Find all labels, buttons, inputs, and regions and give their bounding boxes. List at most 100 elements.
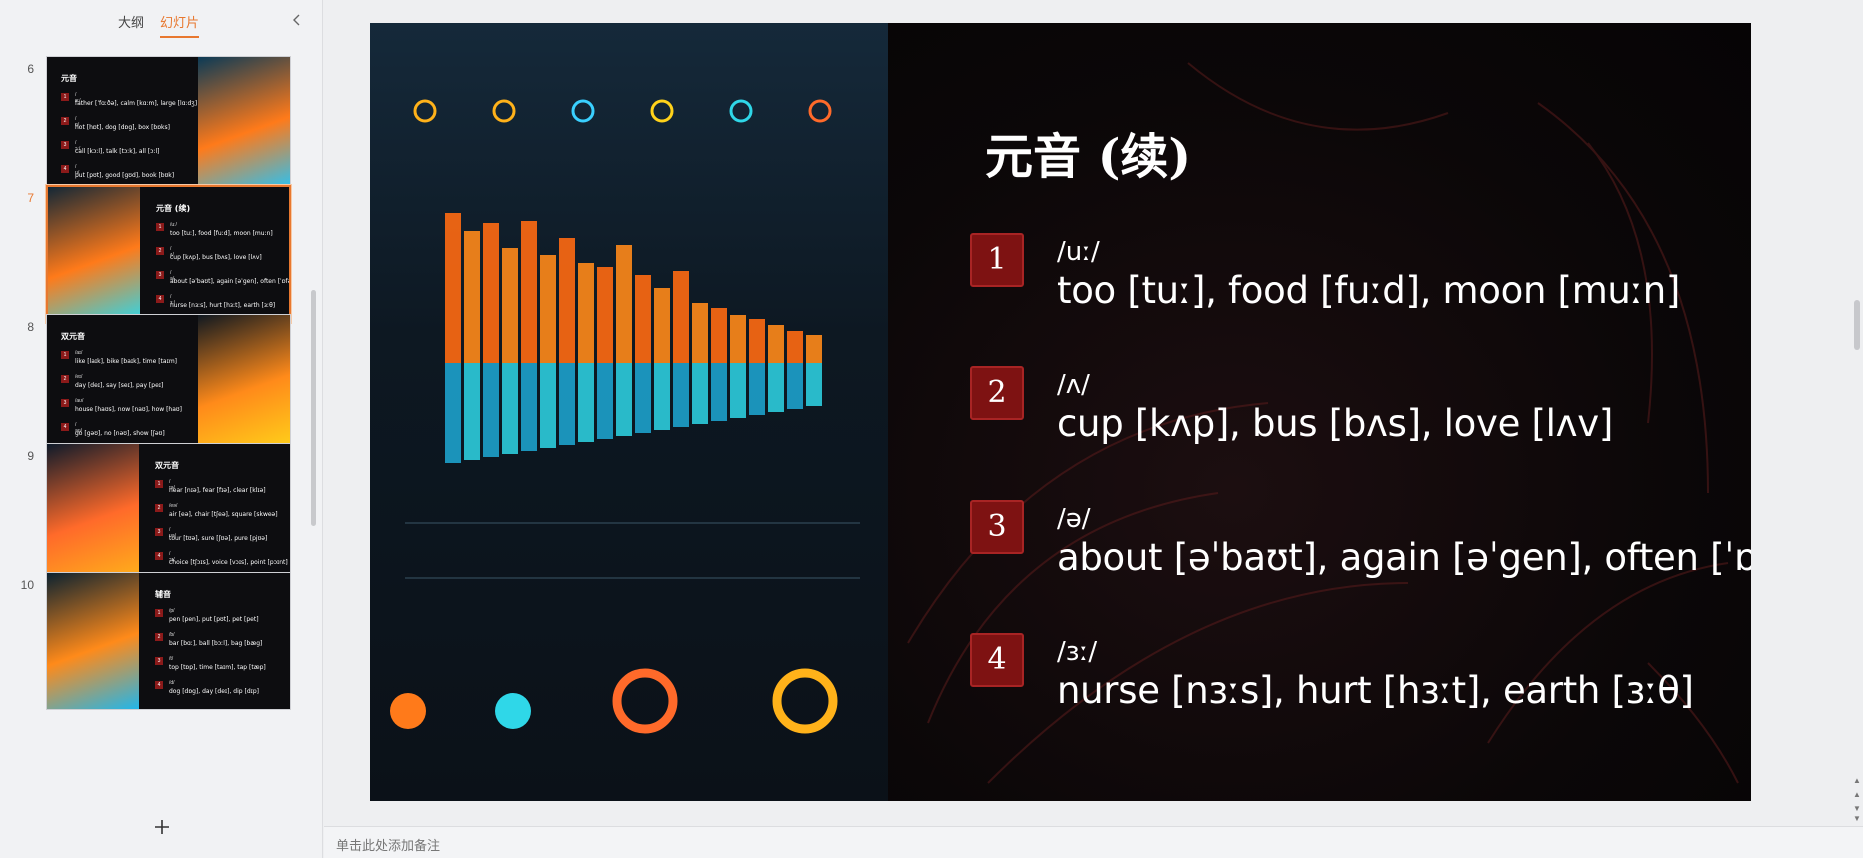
thumbnail-row: 7 元音 (续) 1/uː/too [tuː], food [fuːd], moon… — [0, 185, 310, 325]
thumbnail-number: 7 — [27, 191, 34, 205]
item-number-badge: 3 — [970, 500, 1024, 554]
add-slide-icon[interactable] — [153, 818, 171, 836]
thumbnail-item-badge: 4 — [61, 423, 69, 431]
panel-scrollbar[interactable] — [311, 290, 316, 526]
thumbnail-item-examples: hot [hɒt], dog [dɒg], box [bɒks] — [75, 124, 170, 131]
vowel-item-1[interactable]: 1 /uː/ too [tuː], food [fuːd], moon [muː… — [970, 233, 1750, 333]
vowel-item-4[interactable]: 4 /ɜː/ nurse [nɜːs], hurt [hɜːt], earth … — [970, 633, 1750, 733]
thumbnail-item-phoneme: /t/ — [169, 656, 174, 662]
thumbnail-item-badge: 4 — [155, 681, 163, 689]
vowel-item-3[interactable]: 3 /ə/ about [əˈbaʊt], again [əˈgen], oft… — [970, 500, 1751, 600]
deco-ring — [729, 99, 753, 123]
scrollbar-thumb[interactable] — [1854, 300, 1860, 350]
thumbnail-title: 元音 — [61, 74, 77, 83]
deco-bar-top — [521, 221, 537, 363]
deco-bar-top — [578, 263, 594, 363]
deco-bar-top — [464, 231, 480, 363]
thumbnail-item-examples: father [ˈfɑːðə], calm [kɑːm], large [lɑː… — [75, 100, 198, 107]
deco-bar-top — [692, 303, 708, 363]
deco-ring — [492, 99, 516, 123]
item-number-badge: 4 — [970, 633, 1024, 687]
slide-title[interactable]: 元音 (续) — [985, 117, 1191, 187]
canvas-scrollbar[interactable]: ▲ ▲ ▼ ▼ — [1851, 0, 1863, 826]
deco-bar-top — [673, 271, 689, 363]
item-phoneme: /uː/ — [1057, 237, 1100, 267]
scroll-down-icon[interactable]: ▼ — [1853, 814, 1861, 823]
tab-slides[interactable]: 幻灯片 — [160, 12, 200, 38]
thumbnail-item-examples: near [nɪə], fear [fɪə], clear [klɪə] — [169, 487, 266, 494]
item-number-badge: 2 — [970, 366, 1024, 420]
thumbnail-item-badge: 4 — [61, 165, 69, 173]
item-number-badge: 1 — [970, 233, 1024, 287]
item-examples: about [əˈbaʊt], again [əˈgen], often [ˈɒ… — [1057, 536, 1751, 579]
deco-bar-bottom — [464, 363, 480, 460]
thumbnail-item-examples: tour [tʊə], sure [ʃʊə], pure [pjʊə] — [169, 535, 268, 542]
collapse-chevron-icon[interactable] — [290, 13, 304, 27]
scroll-up-icon[interactable]: ▲ — [1853, 776, 1861, 785]
thumbnail-item-badge: 2 — [155, 504, 163, 512]
thumbnail-title: 元音 (续) — [156, 204, 191, 213]
deco-dot — [390, 693, 426, 729]
deco-dot — [495, 693, 531, 729]
deco-bar-bottom — [768, 363, 784, 412]
thumbnail-item-examples: like [laɪk], bike [baɪk], time [taɪm] — [75, 358, 178, 365]
deco-bar-top — [502, 248, 518, 363]
deco-bar-top — [654, 288, 670, 363]
deco-bar-bottom — [749, 363, 765, 415]
deco-ring — [808, 99, 832, 123]
thumbnail-item-phoneme: /uː/ — [170, 222, 177, 228]
deco-bar-top — [749, 319, 765, 363]
thumbnail-item-phoneme: /eɪ/ — [75, 374, 83, 380]
thumbnail-item-badge: 1 — [61, 93, 69, 101]
slide-thumbnail[interactable]: 元音 1/ɑː/father [ˈfɑːðə], calm [kɑːm], lar… — [46, 56, 291, 194]
editor-canvas: 元音 (续) 1 /uː/ too [tuː], food [fuːd], mo… — [324, 0, 1863, 826]
slide-thumbnail[interactable]: 元音 (续) 1/uː/too [tuː], food [fuːd], moon … — [46, 185, 291, 323]
tab-outline[interactable]: 大纲 — [118, 12, 144, 38]
deco-bar-bottom — [806, 363, 822, 406]
deco-bar-bottom — [730, 363, 746, 418]
deco-bar-top — [597, 267, 613, 363]
thumbnail-item-examples: cup [kʌp], bus [bʌs], love [lʌv] — [170, 254, 262, 261]
deco-bar-top — [445, 213, 461, 363]
deco-bar-top — [768, 325, 784, 363]
deco-donut — [772, 668, 838, 734]
deco-bar-bottom — [692, 363, 708, 424]
item-phoneme: /ʌ/ — [1057, 370, 1090, 400]
thumbnail-item-badge: 3 — [155, 528, 163, 536]
item-examples: too [tuː], food [fuːd], moon [muːn] — [1057, 269, 1681, 312]
thumbnail-item-examples: top [tɒp], time [taɪm], tap [tæp] — [169, 664, 266, 671]
thumbnail-number: 10 — [20, 578, 34, 592]
deco-ring — [650, 99, 674, 123]
current-slide[interactable]: 元音 (续) 1 /uː/ too [tuː], food [fuːd], mo… — [370, 23, 1751, 801]
thumbnail-item-examples: day [deɪ], say [seɪ], pay [peɪ] — [75, 382, 164, 389]
slide-thumbnail[interactable]: 辅音 1/p/pen [pen], put [pʊt], pet [pet] 2/b… — [46, 572, 291, 710]
vowel-item-2[interactable]: 2 /ʌ/ cup [kʌp], bus [bʌs], love [lʌv] — [970, 366, 1750, 466]
deco-bar-top — [806, 335, 822, 363]
item-examples: cup [kʌp], bus [bʌs], love [lʌv] — [1057, 402, 1613, 445]
slide-text-area: 元音 (续) 1 /uː/ too [tuː], food [fuːd], mo… — [888, 23, 1751, 801]
thumbnail-item-badge: 2 — [155, 633, 163, 641]
deco-ring — [571, 99, 595, 123]
thumbnail-item-badge: 2 — [156, 247, 164, 255]
slide-thumbnail[interactable]: 双元音 1/aɪ/like [laɪk], bike [baɪk], time [… — [46, 314, 291, 452]
thumbnail-item-examples: call [kɔːl], talk [tɔːk], all [ɔːl] — [75, 148, 160, 155]
deco-bar-bottom — [616, 363, 632, 436]
thumbnail-row: 6 元音 1/ɑː/father [ˈfɑːðə], calm [kɑːm], la… — [0, 56, 310, 196]
thumbnail-item-badge: 1 — [156, 223, 164, 231]
thumbnail-number: 9 — [27, 449, 34, 463]
thumbnail-item-badge: 1 — [61, 351, 69, 359]
thumbnail-item-examples: dog [dɒg], day [deɪ], dip [dɪp] — [169, 688, 260, 695]
scroll-up-icon[interactable]: ▲ — [1853, 790, 1861, 799]
deco-bar-bottom — [654, 363, 670, 430]
deco-bar-bottom — [578, 363, 594, 442]
notes-bar[interactable]: 单击此处添加备注 — [324, 826, 1863, 858]
thumbnail-item-badge: 3 — [155, 657, 163, 665]
thumbnail-title: 辅音 — [155, 590, 171, 599]
deco-bar-top — [540, 255, 556, 363]
deco-bar-bottom — [787, 363, 803, 409]
slide-thumbnail[interactable]: 双元音 1/ɪə/near [nɪə], fear [fɪə], clear [k… — [46, 443, 291, 581]
deco-ring — [413, 99, 437, 123]
notes-placeholder[interactable]: 单击此处添加备注 — [336, 835, 440, 854]
scroll-down-icon[interactable]: ▼ — [1853, 804, 1861, 813]
item-phoneme: /ə/ — [1057, 504, 1091, 534]
